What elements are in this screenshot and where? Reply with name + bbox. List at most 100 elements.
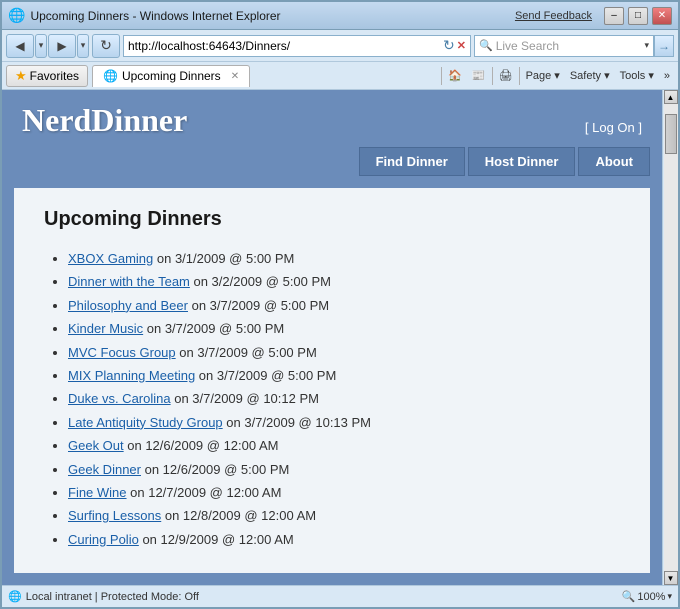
dinner-link[interactable]: MVC Focus Group <box>68 345 176 360</box>
list-item: Geek Out on 12/6/2009 @ 12:00 AM <box>68 434 620 457</box>
dinner-link[interactable]: MIX Planning Meeting <box>68 368 195 383</box>
dinner-link[interactable]: Fine Wine <box>68 485 127 500</box>
site-header: NerdDinner [ Log On ] <box>2 90 662 139</box>
search-area: 🔍 Live Search ▾ → <box>474 35 674 57</box>
dinner-link[interactable]: Geek Out <box>68 438 124 453</box>
back-dropdown[interactable]: ▾ <box>35 34 47 58</box>
forward-button[interactable]: ▶ <box>48 34 76 58</box>
dinner-list: XBOX Gaming on 3/1/2009 @ 5:00 PM Dinner … <box>44 247 620 551</box>
stop-icon: ✕ <box>457 39 466 52</box>
tab-label: Upcoming Dinners <box>122 69 221 83</box>
status-right: 🔍 100% ▾ <box>622 590 672 603</box>
status-left: 🌐 Local intranet | Protected Mode: Off <box>8 590 199 603</box>
separator-2 <box>492 67 493 85</box>
favorites-bar: ★ Favorites 🌐 Upcoming Dinners ✕ 🏠 📰 🖨 P… <box>2 62 678 90</box>
send-feedback-link[interactable]: Send Feedback <box>515 10 592 22</box>
url-text: http://localhost:64643/Dinners/ <box>128 39 443 53</box>
dinner-link[interactable]: Philosophy and Beer <box>68 298 188 313</box>
zoom-icon: 🔍 <box>622 590 636 603</box>
maximize-button[interactable]: □ <box>628 7 648 25</box>
login-text: [ Log On ] <box>585 120 642 135</box>
nav-host-dinner[interactable]: Host Dinner <box>468 147 576 176</box>
safety-button[interactable]: Safety ▾ <box>566 65 614 87</box>
favorites-button[interactable]: ★ Favorites <box>6 65 88 87</box>
scroll-area: NerdDinner [ Log On ] Find Dinner Host D… <box>2 90 678 585</box>
forward-dropdown[interactable]: ▾ <box>77 34 89 58</box>
back-button[interactable]: ◀ <box>6 34 34 58</box>
dinner-link[interactable]: XBOX Gaming <box>68 251 153 266</box>
main-area: NerdDinner [ Log On ] Find Dinner Host D… <box>2 90 678 607</box>
nav-about[interactable]: About <box>578 147 650 176</box>
dinner-details: on 12/6/2009 @ 12:00 AM <box>124 438 279 453</box>
list-item: Late Antiquity Study Group on 3/7/2009 @… <box>68 411 620 434</box>
more-button[interactable]: » <box>660 65 674 87</box>
nav-bar: Find Dinner Host Dinner About <box>2 139 662 176</box>
scroll-thumb[interactable] <box>665 114 677 154</box>
zoom-level: 100% <box>637 591 665 603</box>
page-button[interactable]: Page ▾ <box>522 65 564 87</box>
refresh-button[interactable]: ↻ <box>92 34 120 58</box>
feeds-button[interactable]: 📰 <box>468 65 490 87</box>
page-heading: Upcoming Dinners <box>44 208 620 231</box>
title-bar: 🌐 Upcoming Dinners - Windows Internet Ex… <box>2 2 678 30</box>
search-input[interactable]: 🔍 Live Search ▾ <box>474 35 654 57</box>
dinner-details: on 12/8/2009 @ 12:00 AM <box>161 508 316 523</box>
scroll-track[interactable] <box>664 104 678 571</box>
list-item: Philosophy and Beer on 3/7/2009 @ 5:00 P… <box>68 294 620 317</box>
page-content: NerdDinner [ Log On ] Find Dinner Host D… <box>2 90 662 585</box>
toolbar-buttons: 🏠 📰 🖨 Page ▾ Safety ▾ Tools ▾ » <box>441 65 674 87</box>
separator-1 <box>441 67 442 85</box>
dinner-details: on 12/6/2009 @ 5:00 PM <box>141 462 289 477</box>
list-item: Curing Polio on 12/9/2009 @ 12:00 AM <box>68 528 620 551</box>
close-button[interactable]: ✕ <box>652 7 672 25</box>
separator-3 <box>519 67 520 85</box>
login-link[interactable]: [ Log On ] <box>585 120 642 135</box>
minimize-button[interactable]: – <box>604 7 624 25</box>
dinner-link[interactable]: Duke vs. Carolina <box>68 391 171 406</box>
list-item: Dinner with the Team on 3/2/2009 @ 5:00 … <box>68 270 620 293</box>
print-button[interactable]: 🖨 <box>495 65 517 87</box>
star-icon: ★ <box>15 68 27 84</box>
browser-tab[interactable]: 🌐 Upcoming Dinners ✕ <box>92 65 250 87</box>
dinner-details: on 3/7/2009 @ 10:13 PM <box>223 415 371 430</box>
dinner-details: on 3/7/2009 @ 5:00 PM <box>143 321 284 336</box>
address-bar: ◀ ▾ ▶ ▾ ↻ http://localhost:64643/Dinners… <box>2 30 678 62</box>
dinner-link[interactable]: Dinner with the Team <box>68 274 190 289</box>
window-title: Upcoming Dinners - Windows Internet Expl… <box>30 9 280 23</box>
list-item: Duke vs. Carolina on 3/7/2009 @ 10:12 PM <box>68 387 620 410</box>
dinner-details: on 12/7/2009 @ 12:00 AM <box>127 485 282 500</box>
zoom-control[interactable]: 🔍 100% ▾ <box>622 590 672 603</box>
dinner-link[interactable]: Surfing Lessons <box>68 508 161 523</box>
globe-icon: 🌐 <box>8 590 22 603</box>
tab-close-icon[interactable]: ✕ <box>231 71 239 82</box>
dinner-details: on 3/1/2009 @ 5:00 PM <box>153 251 294 266</box>
search-dropdown-icon[interactable]: ▾ <box>644 40 649 51</box>
list-item: Geek Dinner on 12/6/2009 @ 5:00 PM <box>68 458 620 481</box>
dinner-link[interactable]: Curing Polio <box>68 532 139 547</box>
list-item: Fine Wine on 12/7/2009 @ 12:00 AM <box>68 481 620 504</box>
site-title: NerdDinner <box>22 102 187 139</box>
refresh-icon: ↻ <box>443 37 455 54</box>
zone-text: Local intranet | Protected Mode: Off <box>26 591 199 603</box>
dinner-details: on 12/9/2009 @ 12:00 AM <box>139 532 294 547</box>
nav-find-dinner[interactable]: Find Dinner <box>359 147 465 176</box>
status-bar: 🌐 Local intranet | Protected Mode: Off 🔍… <box>2 585 678 607</box>
dinner-link[interactable]: Geek Dinner <box>68 462 141 477</box>
list-item: Surfing Lessons on 12/8/2009 @ 12:00 AM <box>68 504 620 527</box>
search-go-button[interactable]: → <box>654 35 674 57</box>
scrollbar: ▲ ▼ <box>662 90 678 585</box>
dinner-details: on 3/7/2009 @ 5:00 PM <box>176 345 317 360</box>
dinner-details: on 3/2/2009 @ 5:00 PM <box>190 274 331 289</box>
scroll-up-button[interactable]: ▲ <box>664 90 678 104</box>
dinner-link[interactable]: Kinder Music <box>68 321 143 336</box>
tools-button[interactable]: Tools ▾ <box>616 65 658 87</box>
dinner-details: on 3/7/2009 @ 10:12 PM <box>171 391 319 406</box>
title-bar-left: 🌐 Upcoming Dinners - Windows Internet Ex… <box>8 7 281 24</box>
dinner-link[interactable]: Late Antiquity Study Group <box>68 415 223 430</box>
address-input[interactable]: http://localhost:64643/Dinners/ ↻ ✕ <box>123 35 471 57</box>
home-button[interactable]: 🏠 <box>444 65 466 87</box>
scroll-down-button[interactable]: ▼ <box>664 571 678 585</box>
browser-icon: 🌐 <box>8 7 25 24</box>
search-placeholder: Live Search <box>496 39 645 53</box>
back-forward-group: ◀ ▾ ▶ ▾ <box>6 34 89 58</box>
